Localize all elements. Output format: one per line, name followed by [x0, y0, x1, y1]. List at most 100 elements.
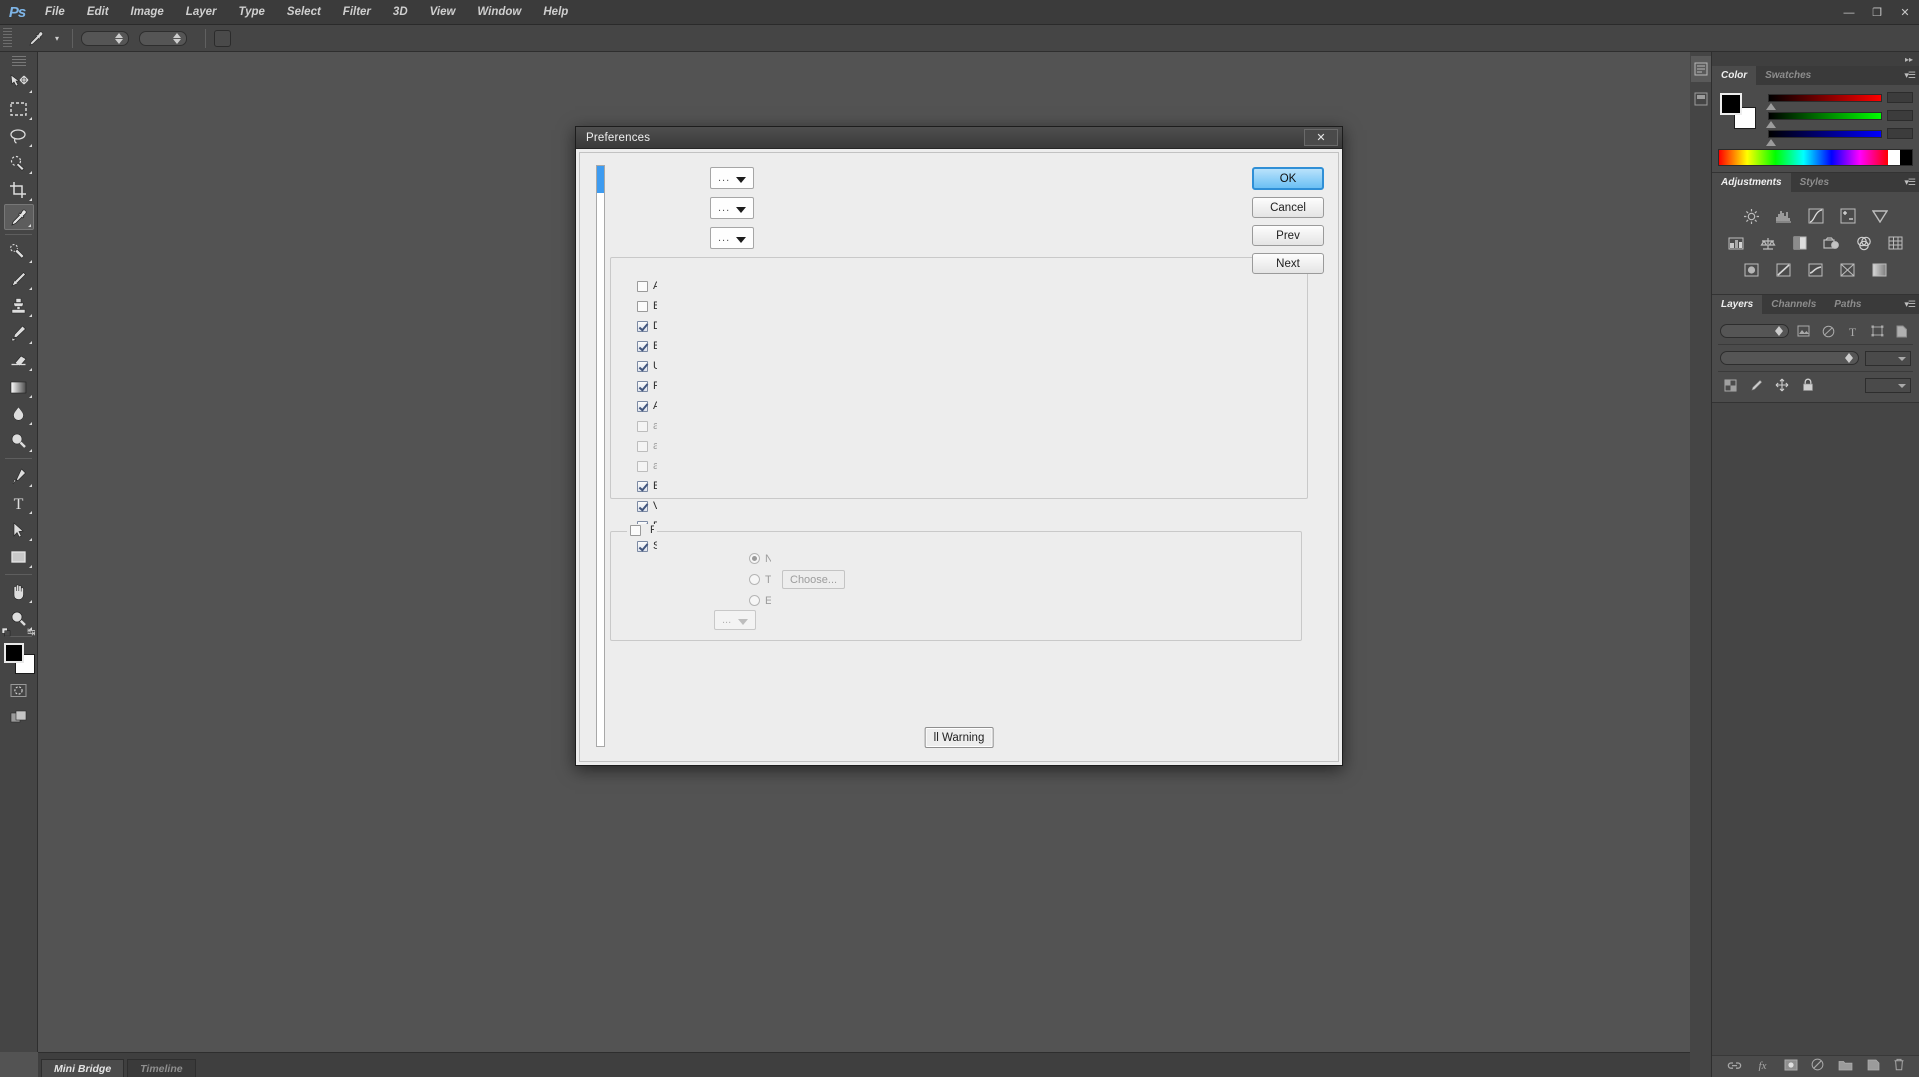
- color-spectrum-ramp[interactable]: [1718, 149, 1913, 166]
- blue-slider-thumb[interactable]: [1766, 139, 1776, 146]
- close-icon[interactable]: ✕: [1304, 129, 1338, 146]
- menu-edit[interactable]: Edit: [76, 0, 120, 25]
- menu-file[interactable]: File: [34, 0, 76, 25]
- image-previews-dropdown[interactable]: ...: [710, 167, 754, 189]
- history-brush-tool[interactable]: [4, 320, 34, 346]
- checkbox-row[interactable]: A: [637, 276, 657, 296]
- blur-tool[interactable]: [4, 401, 34, 427]
- posterize-icon[interactable]: [1774, 261, 1794, 279]
- options-bar-grip-icon[interactable]: [3, 28, 12, 48]
- tool-preset-chevron-down-icon[interactable]: ▾: [50, 27, 64, 49]
- link-layers-icon[interactable]: [1727, 1058, 1742, 1076]
- preferences-category-selected[interactable]: [597, 166, 604, 193]
- tab-swatches[interactable]: Swatches: [1756, 66, 1821, 85]
- checkbox-row[interactable]: A: [637, 396, 657, 416]
- choose-button[interactable]: Choose...: [782, 570, 846, 589]
- append-file-extension-dropdown[interactable]: ...: [710, 227, 754, 249]
- checkbox-0[interactable]: [637, 280, 648, 292]
- new-layer-icon[interactable]: [1867, 1058, 1880, 1076]
- menu-image[interactable]: Image: [120, 0, 175, 25]
- menu-window[interactable]: Window: [466, 0, 532, 25]
- checkbox-row[interactable]: P: [637, 376, 657, 396]
- checkbox-row[interactable]: V: [637, 496, 657, 516]
- fill-field[interactable]: [1865, 377, 1911, 393]
- prev-button[interactable]: Prev: [1252, 225, 1324, 246]
- spectrum-white[interactable]: [1888, 150, 1900, 165]
- ok-button[interactable]: OK: [1252, 167, 1324, 190]
- checkbox-6[interactable]: [637, 400, 648, 412]
- tab-styles[interactable]: Styles: [1790, 173, 1839, 192]
- black-white-icon[interactable]: [1790, 234, 1810, 252]
- rail-history-icon[interactable]: [1690, 56, 1711, 82]
- sample-size-stepper[interactable]: [81, 30, 129, 46]
- menu-select[interactable]: Select: [276, 0, 332, 25]
- reset-all-warning-dialogs-button[interactable]: ll Warning: [924, 727, 994, 748]
- checkbox-row[interactable]: D: [637, 316, 657, 336]
- layer-style-fx-icon[interactable]: fx: [1755, 1058, 1770, 1076]
- path-selection-tool[interactable]: [4, 517, 34, 543]
- checkbox-2[interactable]: [637, 320, 648, 332]
- swap-colors-icon[interactable]: ↹: [27, 627, 35, 638]
- cancel-button[interactable]: Cancel: [1252, 197, 1324, 218]
- menu-help[interactable]: Help: [532, 0, 579, 25]
- brush-tool-flyout-icon[interactable]: [28, 284, 32, 290]
- green-value-field[interactable]: [1887, 110, 1913, 121]
- tab-timeline[interactable]: Timeline: [127, 1059, 196, 1077]
- tab-paths[interactable]: Paths: [1825, 295, 1871, 314]
- vibrance-icon[interactable]: [1870, 207, 1890, 225]
- red-slider[interactable]: [1766, 91, 1913, 110]
- default-colors-icon[interactable]: [1, 628, 11, 637]
- dock-collapse-bar[interactable]: ▸▸: [1712, 52, 1919, 66]
- layers-panel-menu-icon[interactable]: ▾☰: [1904, 299, 1916, 310]
- next-button[interactable]: Next: [1252, 253, 1324, 274]
- checkbox-10[interactable]: [637, 480, 648, 492]
- type-tool-flyout-icon[interactable]: [28, 508, 32, 514]
- menu-type[interactable]: Type: [227, 0, 275, 25]
- blur-tool-flyout-icon[interactable]: [28, 419, 32, 425]
- radio-0[interactable]: [749, 553, 760, 564]
- opacity-field[interactable]: [1865, 350, 1911, 366]
- delete-layer-icon[interactable]: [1893, 1058, 1905, 1076]
- color-balance-icon[interactable]: [1758, 234, 1778, 252]
- sample-layer-stepper[interactable]: [139, 30, 187, 46]
- checkbox-3[interactable]: [637, 340, 648, 352]
- green-slider-track[interactable]: [1766, 111, 1882, 128]
- eraser-tool-flyout-icon[interactable]: [28, 365, 32, 371]
- menu-3d[interactable]: 3D: [382, 0, 419, 25]
- tab-channels[interactable]: Channels: [1762, 295, 1826, 314]
- checkbox-4[interactable]: [637, 360, 648, 372]
- checkbox-row[interactable]: B: [637, 296, 657, 316]
- shape-filter-icon[interactable]: [1868, 322, 1886, 340]
- checkbox-row[interactable]: U: [637, 356, 657, 376]
- history-brush-flyout-icon[interactable]: [28, 338, 32, 344]
- clone-stamp-tool[interactable]: [4, 293, 34, 319]
- marquee-tool-flyout-icon[interactable]: [28, 114, 32, 120]
- radio-row[interactable]: N: [749, 548, 845, 569]
- blend-mode-dropdown[interactable]: [1720, 351, 1859, 365]
- pen-tool-flyout-icon[interactable]: [28, 481, 32, 487]
- color-panel-menu-icon[interactable]: ▾☰: [1904, 70, 1916, 81]
- pen-tool[interactable]: [4, 463, 34, 489]
- new-group-icon[interactable]: [1838, 1058, 1853, 1076]
- checkbox-1[interactable]: [637, 300, 648, 312]
- photo-filter-icon[interactable]: [1822, 234, 1842, 252]
- move-tool[interactable]: [4, 69, 34, 95]
- adjustments-panel-menu-icon[interactable]: ▾☰: [1904, 177, 1916, 188]
- red-slider-track[interactable]: [1766, 93, 1882, 110]
- maximize-icon[interactable]: ❐: [1863, 0, 1891, 25]
- checkbox-row[interactable]: E: [637, 476, 657, 496]
- new-adjustment-layer-icon[interactable]: [1811, 1058, 1824, 1076]
- smart-object-filter-icon[interactable]: [1893, 322, 1911, 340]
- drive-dropdown[interactable]: ...: [714, 610, 756, 630]
- threshold-icon[interactable]: [1806, 261, 1826, 279]
- tab-color[interactable]: Color: [1712, 66, 1757, 85]
- checkbox-5[interactable]: [637, 380, 648, 392]
- color-lookup-icon[interactable]: [1886, 234, 1906, 252]
- radio-row[interactable]: T Choose...: [749, 569, 846, 590]
- crop-tool-flyout-icon[interactable]: [28, 195, 32, 201]
- add-layer-mask-icon[interactable]: [1784, 1058, 1798, 1076]
- close-icon[interactable]: ✕: [1891, 0, 1919, 25]
- gradient-tool-flyout-icon[interactable]: [28, 392, 32, 398]
- checkbox-row[interactable]: a: [637, 436, 657, 456]
- curves-icon[interactable]: [1806, 207, 1826, 225]
